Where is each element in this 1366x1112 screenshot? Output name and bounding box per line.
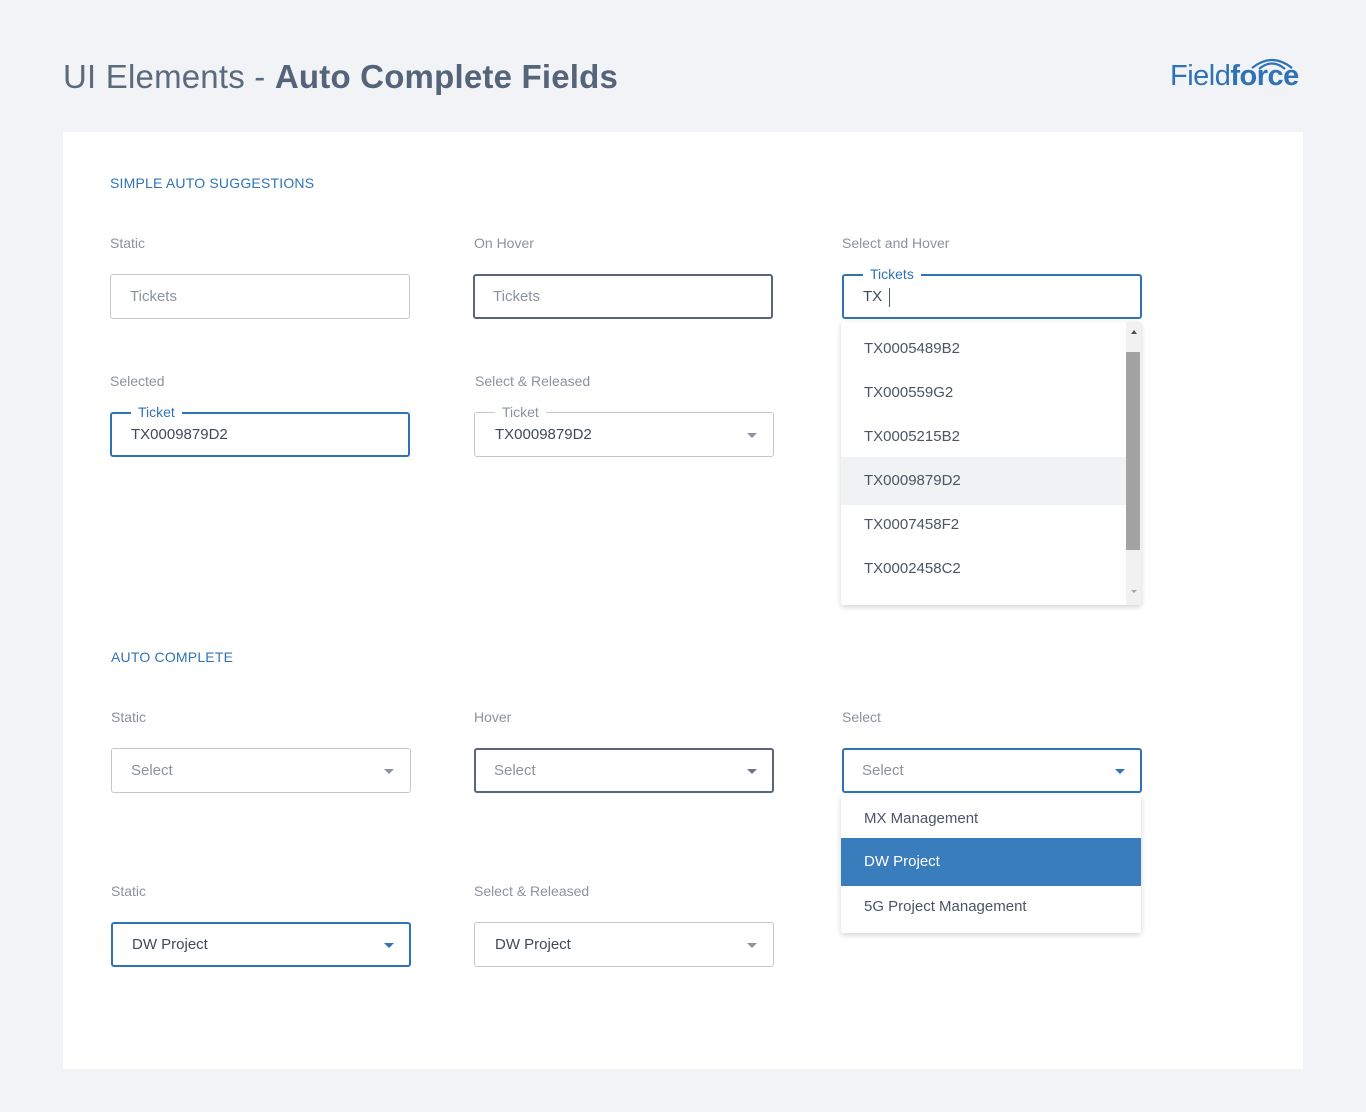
project-static-select[interactable]: Select — [111, 748, 411, 793]
chevron-down-icon[interactable] — [384, 943, 394, 948]
input-value: TX — [863, 288, 883, 305]
label-hover: Hover — [474, 709, 512, 725]
project-released-select[interactable]: DW Project — [474, 922, 774, 967]
logo-thin: Field — [1170, 60, 1231, 92]
ticket-released-input[interactable]: Ticket TX0009879D2 — [474, 403, 774, 457]
project-hover-select[interactable]: Select — [474, 748, 774, 793]
placeholder: Select — [131, 762, 173, 779]
select-value: DW Project — [132, 936, 208, 953]
list-item[interactable]: TX0002458C2 — [841, 545, 1126, 593]
content-card: SIMPLE AUTO SUGGESTIONS Static Tickets O… — [63, 132, 1303, 1069]
list-item[interactable]: TX0007458F2 — [841, 501, 1126, 549]
list-item-selected[interactable]: DW Project — [841, 838, 1141, 886]
ticket-selected-input[interactable]: Ticket TX0009879D2 — [110, 403, 410, 457]
page-title-prefix: UI Elements - — [63, 58, 275, 95]
label-select-released: Select & Released — [475, 373, 591, 389]
placeholder: Tickets — [493, 288, 540, 305]
list-item[interactable]: TX000559G2 — [841, 369, 1126, 417]
label-select: Select — [842, 709, 881, 725]
text-cursor — [889, 288, 890, 307]
list-item[interactable]: TX0005215B2 — [841, 413, 1126, 461]
label-selected: Selected — [110, 373, 165, 389]
scroll-up-icon[interactable] — [1131, 330, 1137, 334]
tickets-hover-input[interactable]: Tickets — [473, 274, 773, 319]
placeholder: Select — [862, 762, 904, 779]
page-title-bold: Auto Complete Fields — [274, 58, 619, 95]
fieldforce-logo: Fieldforce — [1170, 56, 1300, 96]
label-select-and-hover: Select and Hover — [842, 235, 950, 251]
logo-bold: force — [1230, 60, 1299, 92]
field-legend: Ticket — [131, 403, 182, 421]
field-legend: Ticket — [495, 403, 546, 421]
chevron-down-icon[interactable] — [747, 943, 757, 948]
placeholder: Select — [494, 762, 536, 779]
page-title: UI Elements - Auto Complete Fields — [63, 58, 618, 96]
list-item-highlighted[interactable]: TX0009879D2 — [841, 457, 1126, 505]
section-title-simple: SIMPLE AUTO SUGGESTIONS — [110, 175, 315, 191]
select-value: DW Project — [495, 936, 571, 953]
project-static-filled-select[interactable]: DW Project — [111, 922, 411, 967]
tickets-static-input[interactable]: Tickets — [110, 274, 410, 319]
section-title-auto: AUTO COMPLETE — [111, 649, 234, 665]
scrollbar[interactable] — [1126, 322, 1141, 605]
chevron-down-icon[interactable] — [384, 769, 394, 774]
tickets-suggestion-list[interactable]: TX0005489B2 TX000559G2 TX0005215B2 TX000… — [841, 322, 1141, 605]
input-value: TX0009879D2 — [131, 426, 228, 443]
label-static: Static — [110, 235, 146, 251]
label-on-hover: On Hover — [474, 235, 534, 251]
tickets-search-input[interactable]: Tickets TX — [842, 265, 1142, 319]
scroll-down-icon[interactable] — [1131, 590, 1137, 593]
project-options-list[interactable]: MX Management DW Project 5G Project Mana… — [841, 795, 1141, 933]
list-item[interactable]: 5G Project Management — [841, 883, 1141, 931]
chevron-down-icon[interactable] — [1115, 769, 1125, 774]
chevron-down-icon[interactable] — [747, 433, 757, 438]
label-static: Static — [111, 883, 147, 899]
list-item[interactable]: MX Management — [841, 795, 1141, 843]
project-open-select[interactable]: Select — [842, 748, 1142, 793]
field-legend: Tickets — [863, 265, 921, 283]
chevron-down-icon[interactable] — [747, 769, 757, 774]
input-value: TX0009879D2 — [495, 426, 592, 443]
list-item[interactable]: TX0005489B2 — [841, 325, 1126, 373]
label-select-released: Select & Released — [474, 883, 590, 899]
placeholder: Tickets — [130, 288, 177, 305]
scrollbar-thumb[interactable] — [1126, 352, 1140, 550]
label-static: Static — [111, 709, 147, 725]
